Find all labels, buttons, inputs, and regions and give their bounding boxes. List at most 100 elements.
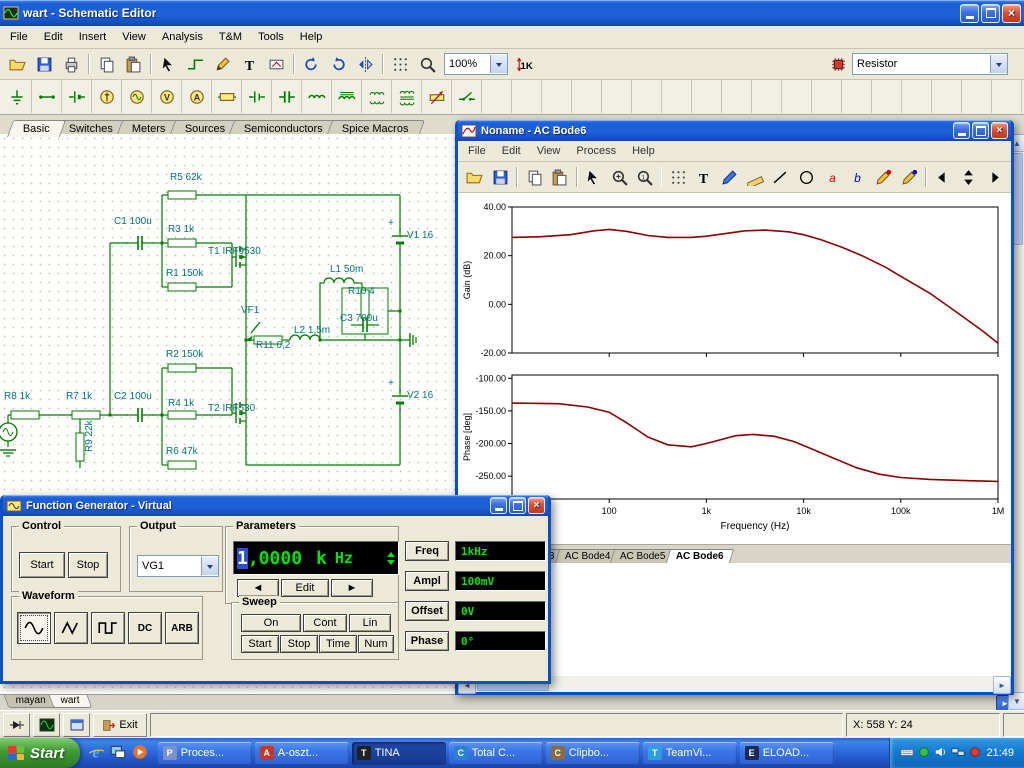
voltage-source-component-button[interactable] bbox=[92, 80, 122, 113]
copy-button[interactable] bbox=[93, 51, 120, 77]
zoom-in-button[interactable] bbox=[606, 164, 632, 190]
main-menu-file[interactable]: File bbox=[2, 28, 36, 46]
pen-button[interactable] bbox=[717, 164, 743, 190]
bode-menu-help[interactable]: Help bbox=[624, 142, 663, 160]
close-button[interactable]: × bbox=[991, 122, 1008, 139]
circle-button[interactable] bbox=[794, 164, 820, 190]
window-status-button[interactable] bbox=[63, 713, 90, 737]
arrow-left-button[interactable] bbox=[930, 164, 956, 190]
fg-next-digit-button[interactable]: ► bbox=[331, 579, 373, 597]
bode-menu-edit[interactable]: Edit bbox=[494, 142, 529, 160]
waveform-status-button[interactable] bbox=[33, 713, 60, 737]
maximize-button[interactable] bbox=[981, 4, 1000, 23]
pencil-button[interactable] bbox=[209, 51, 236, 77]
fg-prev-digit-button[interactable]: ◄ bbox=[237, 579, 279, 597]
fg-titlebar[interactable]: Function Generator - Virtual × bbox=[3, 495, 548, 516]
spinner-button[interactable] bbox=[956, 164, 982, 190]
grid-button[interactable] bbox=[387, 51, 414, 77]
generator-component-button[interactable] bbox=[122, 80, 152, 113]
rotate-left-button[interactable] bbox=[298, 51, 325, 77]
maximize-button[interactable] bbox=[509, 497, 526, 514]
open-button[interactable] bbox=[462, 164, 488, 190]
display-spinner[interactable] bbox=[387, 548, 395, 569]
sweep-lin-button[interactable]: Lin bbox=[349, 614, 391, 632]
start-button[interactable]: Start bbox=[0, 738, 80, 768]
interactive-1k-button[interactable]: 1K bbox=[511, 51, 538, 77]
taskbar-button-tina[interactable]: TTINA bbox=[352, 742, 446, 765]
zoom-button[interactable] bbox=[414, 51, 441, 77]
volume-tray-icon[interactable] bbox=[934, 745, 948, 762]
show-desktop-quicklaunch-button[interactable] bbox=[109, 743, 127, 764]
square-wave-button[interactable] bbox=[91, 612, 125, 644]
sine-wave-button[interactable] bbox=[17, 612, 51, 644]
close-button[interactable]: × bbox=[528, 497, 545, 514]
minimize-button[interactable] bbox=[953, 122, 970, 139]
diode-status-button[interactable] bbox=[3, 713, 30, 737]
open-button[interactable] bbox=[4, 51, 31, 77]
wire-button[interactable] bbox=[182, 51, 209, 77]
bode-menu-view[interactable]: View bbox=[529, 142, 569, 160]
freq-button[interactable]: Freq bbox=[405, 541, 449, 561]
taskbar-button-teamvi[interactable]: TTeamVi... bbox=[643, 742, 737, 765]
save-button[interactable] bbox=[31, 51, 58, 77]
coupled-coils-component-button[interactable] bbox=[362, 80, 392, 113]
fg-start-button[interactable]: Start bbox=[19, 552, 65, 578]
save-button[interactable] bbox=[488, 164, 514, 190]
sweep-time-button[interactable]: Time bbox=[319, 635, 357, 653]
keyboard-tray-icon[interactable] bbox=[900, 745, 914, 762]
taskbar-button-proces[interactable]: PProces... bbox=[158, 742, 252, 765]
sweep-on-button[interactable]: On bbox=[241, 614, 301, 632]
bode-menu-file[interactable]: File bbox=[460, 142, 494, 160]
print-button[interactable] bbox=[58, 51, 85, 77]
pen-b-button[interactable] bbox=[896, 164, 922, 190]
status-red-tray-icon[interactable] bbox=[968, 745, 982, 762]
inductor-iron-component-button[interactable] bbox=[332, 80, 362, 113]
triangle-wave-button[interactable] bbox=[54, 612, 88, 644]
close-button[interactable]: × bbox=[1002, 4, 1021, 23]
line-button[interactable] bbox=[768, 164, 794, 190]
grid-button[interactable] bbox=[665, 164, 691, 190]
main-menu-help[interactable]: Help bbox=[292, 28, 331, 46]
capacitor-component-button[interactable] bbox=[272, 80, 302, 113]
chevron-down-icon[interactable] bbox=[201, 557, 218, 575]
cursor-button[interactable] bbox=[581, 164, 607, 190]
arb-wave-button[interactable]: ARB bbox=[165, 612, 199, 644]
media-player-quicklaunch-button[interactable] bbox=[131, 743, 149, 764]
fg-edit-button[interactable]: Edit bbox=[281, 579, 329, 597]
offset-button[interactable]: Offset bbox=[405, 601, 449, 621]
main-menu-analysis[interactable]: Analysis bbox=[154, 28, 211, 46]
inductor-component-button[interactable] bbox=[302, 80, 332, 113]
taskbar-button-aoszt[interactable]: AA-oszt... bbox=[255, 742, 349, 765]
main-titlebar[interactable]: wart - Schematic Editor × bbox=[0, 0, 1024, 26]
phase-button[interactable]: Phase bbox=[405, 631, 449, 651]
paste-button[interactable] bbox=[547, 164, 573, 190]
bode-tab-acbode6[interactable]: AC Bode6 bbox=[665, 549, 733, 563]
ampl-button[interactable]: Ampl bbox=[405, 571, 449, 591]
battery-cell-component-button[interactable] bbox=[62, 80, 92, 113]
ie-quicklaunch-button[interactable]: e bbox=[87, 743, 105, 764]
minimize-button[interactable] bbox=[960, 4, 979, 23]
taskbar-button-clipbo[interactable]: CClipbo... bbox=[546, 742, 640, 765]
dc-wave-button[interactable]: DC bbox=[128, 612, 162, 644]
ammeter-component-button[interactable]: A bbox=[182, 80, 212, 113]
potentiometer-component-button[interactable] bbox=[422, 80, 452, 113]
bode-titlebar[interactable]: Noname - AC Bode6 × bbox=[458, 120, 1011, 141]
copy-button[interactable] bbox=[521, 164, 547, 190]
marker-b-button[interactable]: b bbox=[845, 164, 871, 190]
main-menu-insert[interactable]: Insert bbox=[71, 28, 115, 46]
cursor-button[interactable] bbox=[155, 51, 182, 77]
status-green-tray-icon[interactable] bbox=[917, 745, 931, 762]
battery-component-button[interactable] bbox=[242, 80, 272, 113]
maximize-button[interactable] bbox=[972, 122, 989, 139]
scroll-right-icon[interactable]: ► bbox=[993, 676, 1011, 694]
paste-button[interactable] bbox=[120, 51, 147, 77]
pen-a-button[interactable] bbox=[871, 164, 897, 190]
zoom-select[interactable]: 100% bbox=[444, 53, 508, 75]
taskbar-button-totalc[interactable]: CTotal C... bbox=[449, 742, 543, 765]
sweep-start-button[interactable]: Start bbox=[241, 635, 279, 653]
mirror-button[interactable] bbox=[352, 51, 379, 77]
text-button[interactable]: T bbox=[236, 51, 263, 77]
voltmeter-component-button[interactable]: V bbox=[152, 80, 182, 113]
jumper-component-button[interactable] bbox=[32, 80, 62, 113]
resistor-component-button[interactable] bbox=[212, 80, 242, 113]
